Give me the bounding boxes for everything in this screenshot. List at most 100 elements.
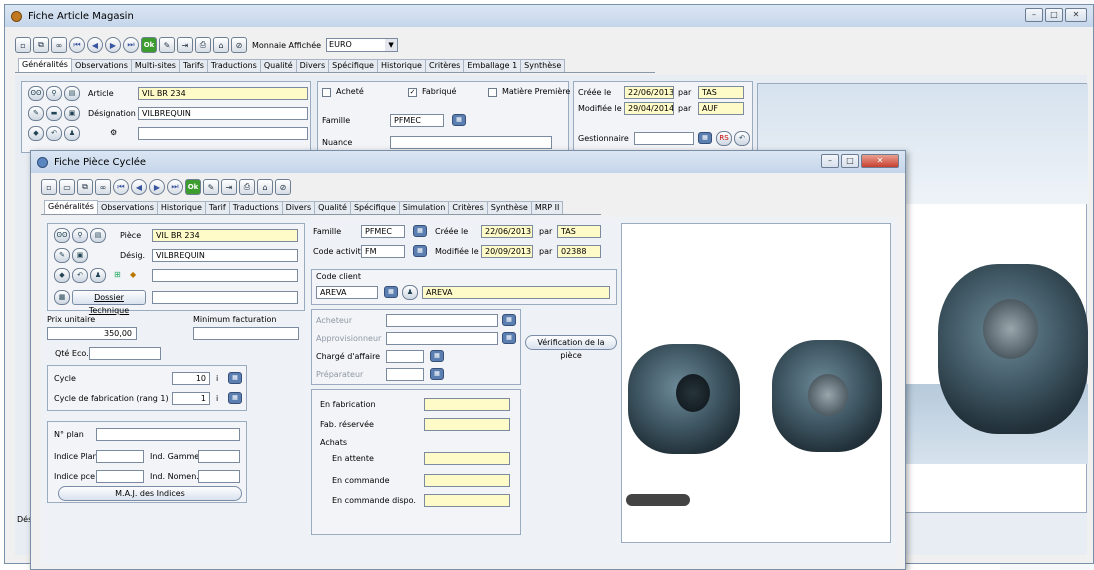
first-icon[interactable]: ⏮ (69, 37, 85, 53)
tech-doc-icon[interactable]: ▦ (54, 290, 70, 305)
front-minimize-button[interactable]: – (821, 154, 839, 168)
fabrique-checkbox[interactable]: ✓ (408, 88, 417, 97)
copy-icon[interactable]: ⧉ (33, 37, 49, 53)
cycle-calc-icon[interactable]: ▦ (228, 372, 242, 384)
next-icon[interactable]: ▶ (105, 37, 121, 53)
link-icon[interactable]: ∞ (51, 37, 67, 53)
front-tab-tarif[interactable]: Tarif (204, 201, 230, 214)
front-search-icon[interactable]: ⚲ (72, 228, 88, 243)
verification-button[interactable]: Vérification de la pièce (525, 335, 617, 360)
front-red-arrow-icon[interactable]: ↶ (72, 268, 88, 283)
back-tab-tarifs[interactable]: Tarifs (178, 59, 208, 72)
new-icon[interactable]: ▫ (15, 37, 31, 53)
front-currency-icon[interactable]: ⊘ (275, 179, 291, 195)
famille-field[interactable]: PFMEC (390, 114, 444, 127)
nuance-field[interactable] (390, 136, 552, 149)
currency-select[interactable]: EURO ▼ (326, 38, 399, 52)
front-new-icon[interactable]: ▫ (41, 179, 57, 195)
min-fact-field[interactable] (193, 327, 299, 340)
front-link-icon[interactable]: ∞ (95, 179, 111, 195)
front-last-icon[interactable]: ⏭ (167, 179, 183, 195)
front-ok-icon[interactable]: Ok (185, 179, 201, 195)
approvisionneur-field[interactable] (386, 332, 498, 345)
user-icon[interactable]: ♟ (64, 126, 80, 141)
front-tab-qualite[interactable]: Qualité (314, 201, 351, 214)
front-creee-user[interactable]: TAS (557, 225, 601, 238)
preparateur-lookup-icon[interactable]: ▦ (430, 368, 444, 380)
glasses-icon[interactable]: ʘʘ (28, 86, 44, 101)
front-tab-traductions[interactable]: Traductions (228, 201, 283, 214)
gestionnaire-field[interactable] (634, 132, 694, 145)
front-first-icon[interactable]: ⏮ (113, 179, 129, 195)
close-button[interactable]: ✕ (1065, 8, 1087, 22)
ruler-icon[interactable]: ▬ (46, 106, 62, 121)
code-activite-lookup-icon[interactable]: ▦ (413, 245, 427, 257)
prix-field[interactable]: 350,00 (47, 327, 137, 340)
front-print-icon[interactable]: ⎙ (239, 179, 255, 195)
approvisionneur-lookup-icon[interactable]: ▦ (502, 332, 516, 344)
front-extra-field[interactable] (152, 269, 298, 282)
back-tab-observations[interactable]: Observations (70, 59, 132, 72)
front-tab-observations[interactable]: Observations (96, 201, 158, 214)
en-commande-dispo-field[interactable] (424, 494, 510, 507)
edit-icon[interactable]: ✎ (28, 106, 44, 121)
front-package-icon[interactable]: ◆ (54, 268, 70, 283)
front-glasses-icon[interactable]: ʘʘ (54, 228, 70, 243)
acheteur-lookup-icon[interactable]: ▦ (502, 314, 516, 326)
n-plan-field[interactable] (96, 428, 240, 441)
gestionnaire-lookup-icon[interactable]: ▦ (698, 132, 712, 144)
indice-plan-field[interactable] (96, 450, 144, 463)
front-card-icon[interactable]: ▤ (90, 228, 106, 243)
front-doc-icon[interactable]: ▣ (72, 248, 88, 263)
cycle-fab-calc-icon[interactable]: ▦ (228, 392, 242, 404)
last-icon[interactable]: ⏭ (123, 37, 139, 53)
preparateur-field[interactable] (386, 368, 424, 381)
matiere-checkbox[interactable] (488, 88, 497, 97)
front-exit-icon[interactable]: ⇥ (221, 179, 237, 195)
back-tab-divers[interactable]: Divers (295, 59, 330, 72)
indice-pce-field[interactable] (96, 470, 144, 483)
designation-field[interactable]: VILBREQUIN (138, 107, 308, 120)
front-edit-icon[interactable]: ✎ (54, 248, 70, 263)
ind-gamme-field[interactable] (198, 450, 240, 463)
maj-indices-button[interactable]: M.A.J. des Indices (58, 486, 242, 501)
prev-icon[interactable]: ◀ (87, 37, 103, 53)
arrow-icon[interactable]: ↶ (734, 131, 750, 146)
achete-checkbox[interactable] (322, 88, 331, 97)
back-tab-criteres[interactable]: Critères (424, 59, 465, 72)
red-arrow-icon[interactable]: ↶ (46, 126, 62, 141)
front-prev-icon[interactable]: ◀ (131, 179, 147, 195)
famille-lookup-icon[interactable]: ▦ (452, 114, 466, 126)
front-famille-lookup-icon[interactable]: ▦ (413, 225, 427, 237)
front-famille-field[interactable]: PFMEC (361, 225, 405, 238)
desig-field[interactable]: VILBREQUIN (152, 249, 298, 262)
en-commande-field[interactable] (424, 474, 510, 487)
back-tab-qualite[interactable]: Qualité (259, 59, 297, 72)
doc-icon[interactable]: ▣ (64, 106, 80, 121)
front-next-icon[interactable]: ▶ (149, 179, 165, 195)
back-tab-emballage[interactable]: Emballage 1 (463, 59, 522, 72)
back-tab-generalites[interactable]: Généralités (18, 58, 72, 72)
front-tools-icon[interactable]: ✎ (203, 179, 219, 195)
acheteur-field[interactable] (386, 314, 498, 327)
dossier-technique-button[interactable]: Dossier Technique (72, 290, 146, 315)
exit-icon[interactable]: ⇥ (177, 37, 193, 53)
front-copy-icon[interactable]: ⧉ (77, 179, 93, 195)
front-save-icon[interactable]: ▭ (59, 179, 75, 195)
charge-field[interactable] (386, 350, 424, 363)
basket-icon[interactable]: ⌂ (213, 37, 229, 53)
qte-eco-field[interactable] (89, 347, 161, 360)
ok-icon[interactable]: Ok (141, 37, 157, 53)
cycle-fab-field[interactable]: 1 (172, 392, 210, 405)
dossier-field[interactable] (152, 291, 298, 304)
front-creee-date[interactable]: 22/06/2013 (481, 225, 533, 238)
client-name-field[interactable]: AREVA (422, 286, 610, 299)
front-maximize-button[interactable]: □ (841, 154, 859, 168)
front-tab-specifique[interactable]: Spécifique (349, 201, 400, 214)
charge-lookup-icon[interactable]: ▦ (430, 350, 444, 362)
piece-field[interactable]: VIL BR 234 (152, 229, 298, 242)
back-tab-historique[interactable]: Historique (376, 59, 426, 72)
en-fabrication-field[interactable] (424, 398, 510, 411)
front-modifiee-user[interactable]: 02388 (557, 245, 601, 258)
back-tab-synthese[interactable]: Synthèse (520, 59, 566, 72)
